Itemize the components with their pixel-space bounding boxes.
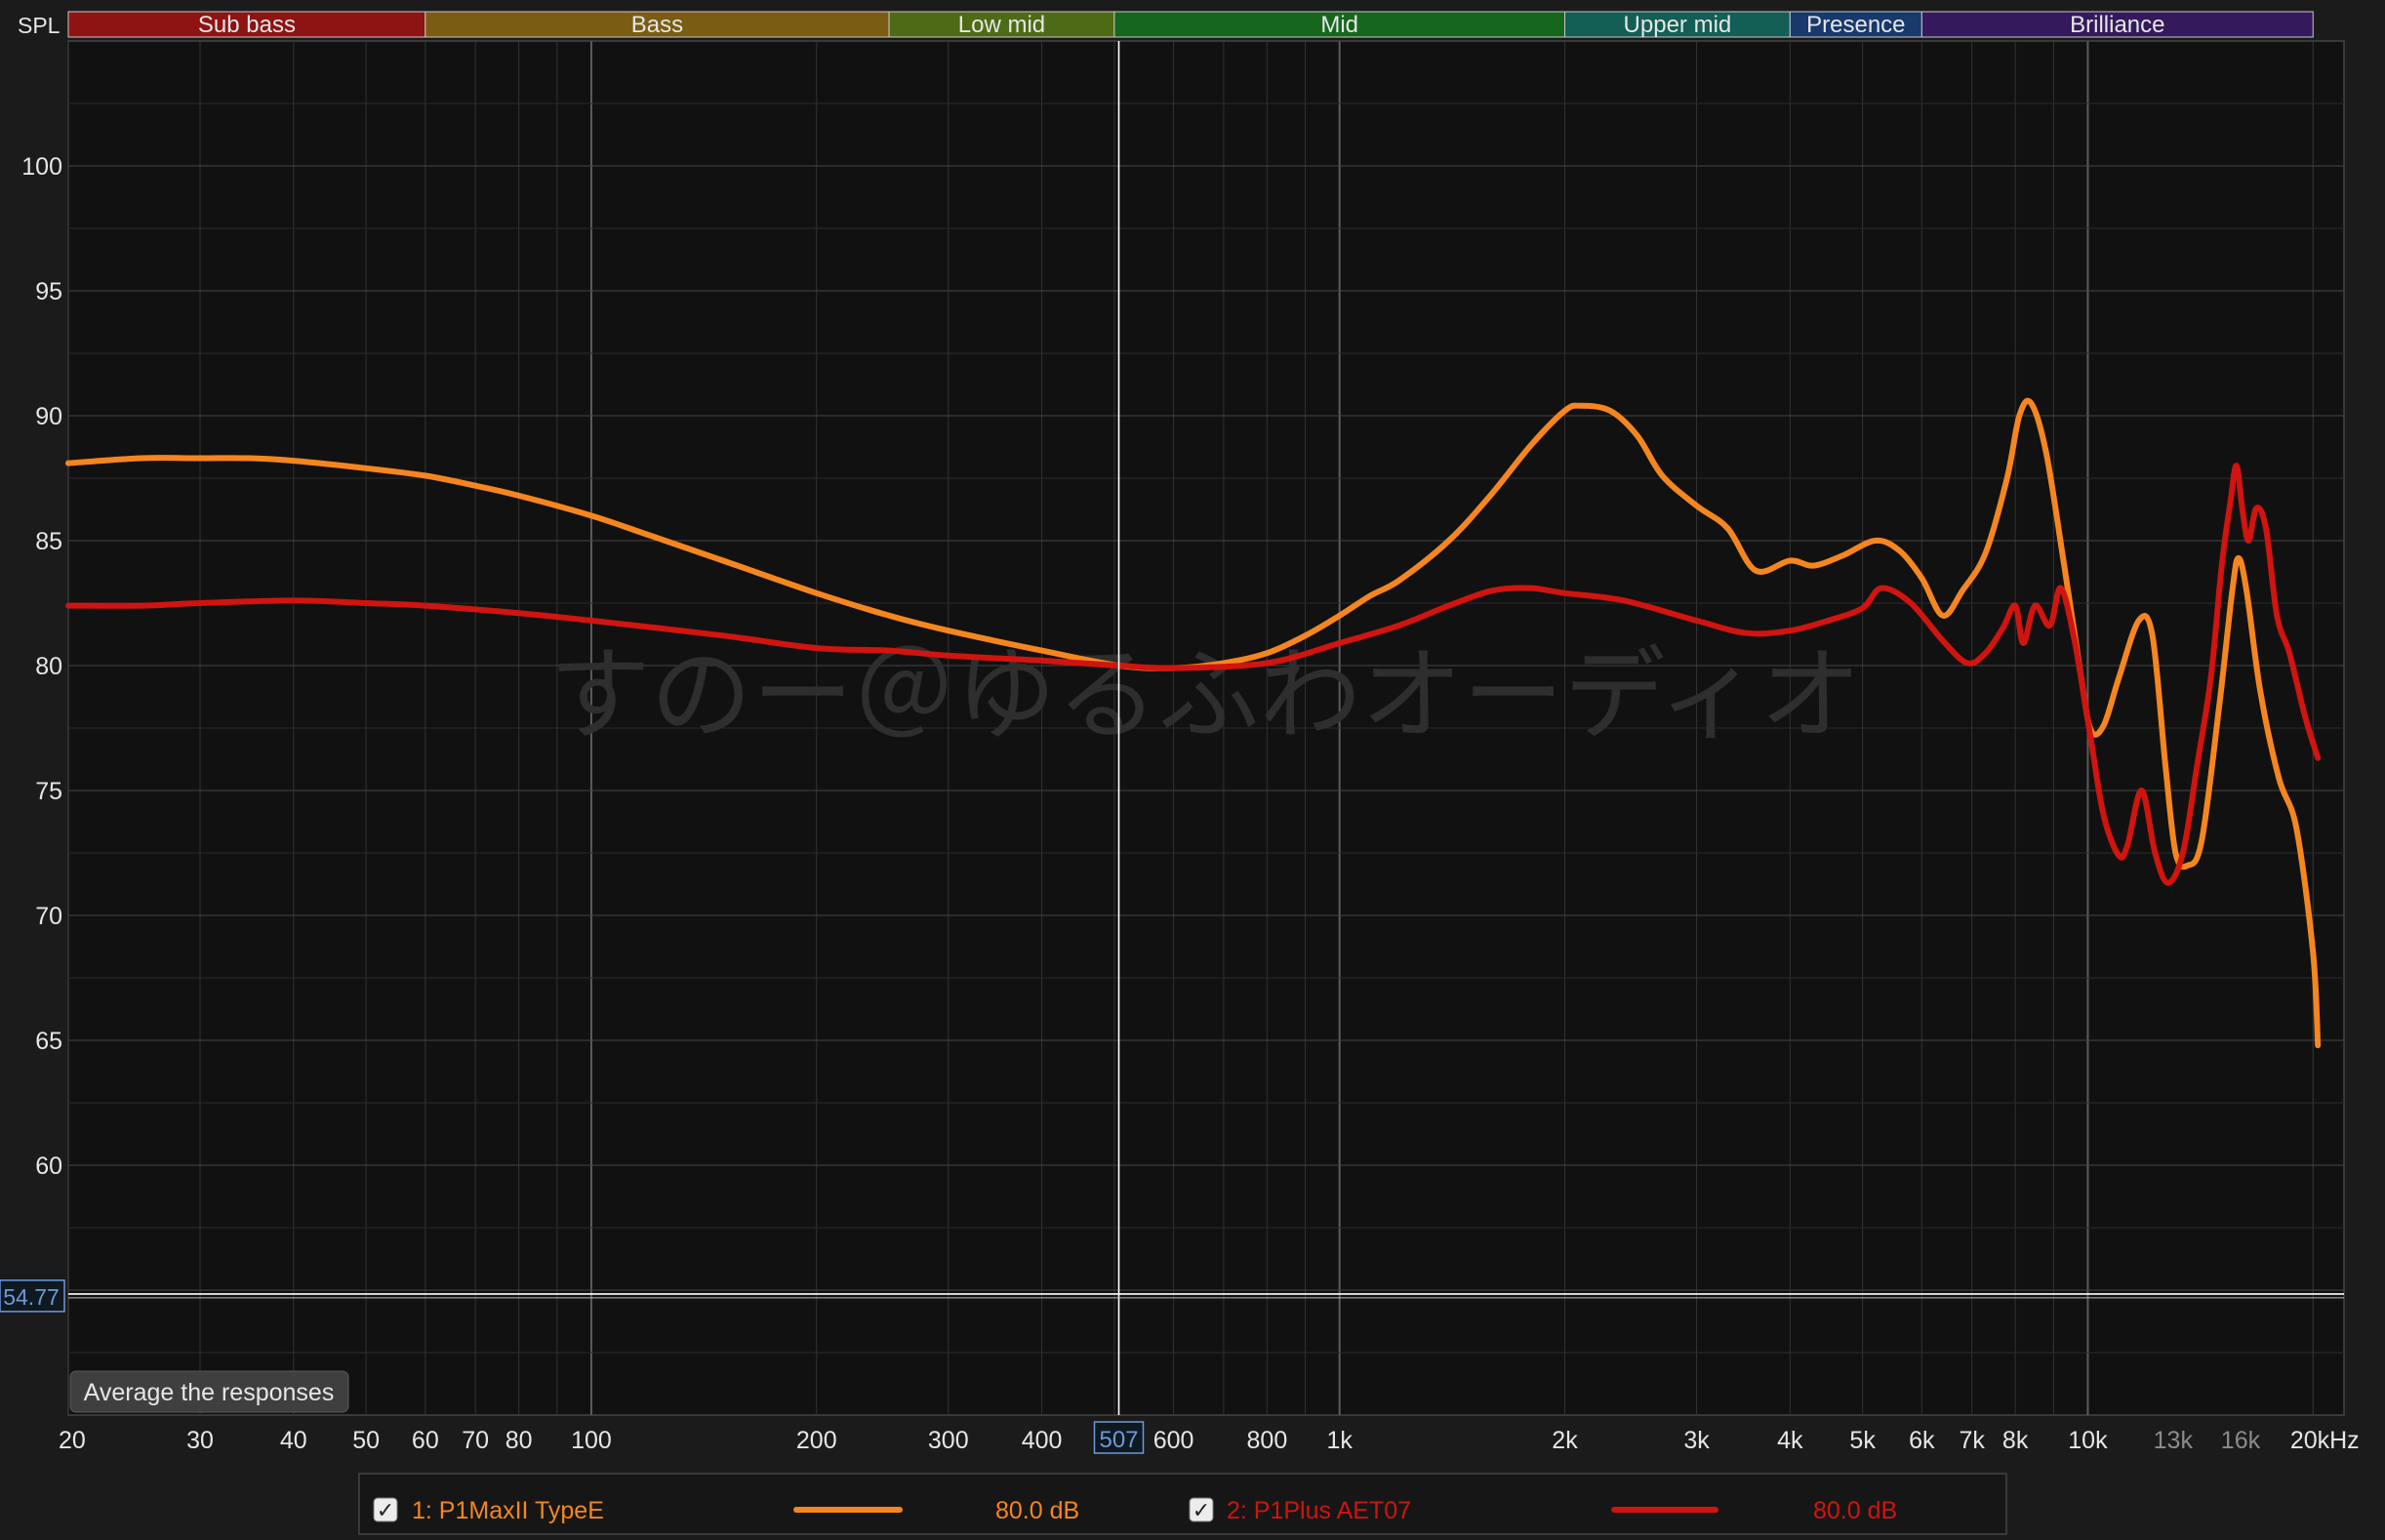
series-2-level: 80.0 dB: [1813, 1497, 1897, 1524]
x-tick-label: 400: [1022, 1427, 1063, 1454]
y-tick-label: 80: [35, 653, 62, 680]
x-tick-label: 13k: [2154, 1427, 2194, 1454]
band-label: Upper mid: [1624, 12, 1732, 38]
band-label: Bass: [631, 12, 683, 38]
y-tick-label: 95: [35, 278, 62, 305]
x-tick-label: 5k: [1849, 1427, 1876, 1454]
legend-box: [358, 1473, 2007, 1535]
x-tick-label: 10k: [2068, 1427, 2108, 1454]
x-tick-label: 800: [1247, 1427, 1288, 1454]
cursor-frequency-label: 507: [1099, 1427, 1138, 1453]
x-tick-label: 300: [928, 1427, 969, 1454]
checkmark-icon: ✓: [377, 1498, 394, 1522]
x-tick-label: 30: [186, 1427, 214, 1454]
x-tick-label: 50: [352, 1427, 380, 1454]
band-label: Sub bass: [198, 12, 296, 38]
y-tick-label: 90: [35, 403, 62, 430]
x-tick-label: 7k: [1959, 1427, 1985, 1454]
x-tick-label: 40: [280, 1427, 307, 1454]
checkmark-icon: ✓: [1192, 1498, 1210, 1522]
series-1-level: 80.0 dB: [995, 1497, 1079, 1524]
x-tick-label: 3k: [1683, 1427, 1710, 1454]
x-tick-label: 6k: [1909, 1427, 1935, 1454]
frequency-response-chart[interactable]: SPL Sub bass Bass Low mid Mid Upper mid Prese…: [0, 0, 2385, 1540]
x-tick-label: 600: [1153, 1427, 1194, 1454]
series-2-name: 2: P1Plus AET07: [1227, 1497, 1411, 1524]
average-button-label: Average the responses: [84, 1379, 335, 1406]
y-tick-label: 100: [21, 153, 62, 181]
band-label: Low mid: [958, 12, 1045, 38]
spl-axis-label: SPL: [18, 13, 61, 38]
frequency-band-strip: Sub bass Bass Low mid Mid Upper mid Presence B…: [67, 11, 2314, 38]
band-label: Brilliance: [2070, 12, 2164, 38]
x-tick-label: 4k: [1777, 1427, 1803, 1454]
x-tick-label: 60: [412, 1427, 439, 1454]
x-tick-label: 100: [571, 1427, 612, 1454]
x-tick-label: 1k: [1326, 1427, 1353, 1454]
band-label: Presence: [1806, 12, 1905, 38]
x-tick-label: 8k: [2002, 1427, 2029, 1454]
x-tick-label: 2k: [1552, 1427, 1578, 1454]
x-tick-label: 16k: [2221, 1427, 2261, 1454]
x-tick-label: 20kHz: [2290, 1427, 2360, 1454]
y-tick-label: 70: [35, 903, 62, 930]
x-tick-label: 20: [59, 1427, 86, 1454]
x-tick-label: 80: [505, 1427, 533, 1454]
y-tick-label: 75: [35, 778, 62, 805]
y-tick-label: 85: [35, 528, 62, 555]
x-tick-label: 200: [796, 1427, 837, 1454]
y-tick-label: 65: [35, 1028, 62, 1055]
x-tick-label: 70: [462, 1427, 489, 1454]
y-tick-label: 60: [35, 1153, 62, 1180]
series-1-name: 1: P1MaxII TypeE: [412, 1497, 604, 1524]
legend: ✓ 1: P1MaxII TypeE 80.0 dB ✓ 2: P1Plus A…: [358, 1473, 2007, 1535]
watermark: すのー＠ゆるふわオーディオ: [549, 639, 1862, 752]
band-label: Mid: [1320, 12, 1358, 38]
cursor-level-label: 54.77: [3, 1284, 60, 1310]
average-responses-button[interactable]: Average the responses: [69, 1370, 349, 1413]
